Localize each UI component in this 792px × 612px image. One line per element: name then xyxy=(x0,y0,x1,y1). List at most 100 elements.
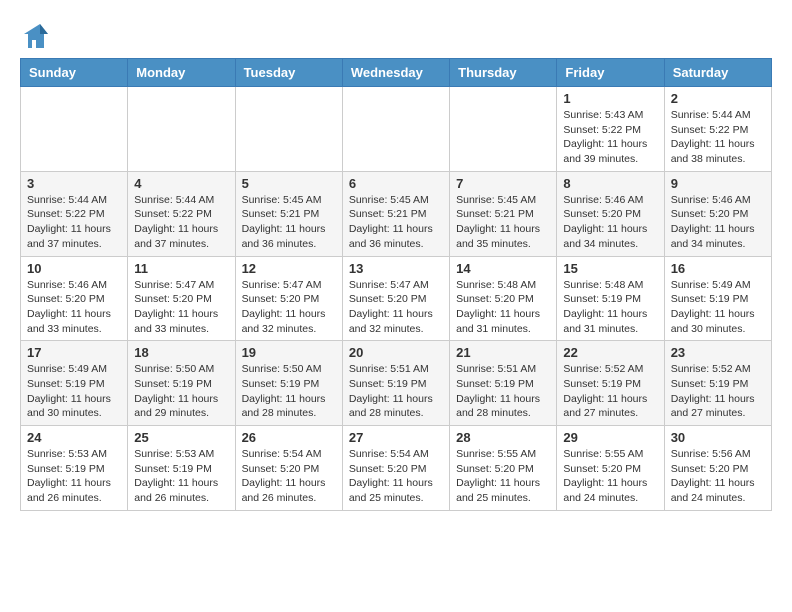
page-container: SundayMondayTuesdayWednesdayThursdayFrid… xyxy=(0,0,792,521)
day-number: 2 xyxy=(671,91,765,106)
calendar-cell: 18 Sunrise: 5:50 AM Sunset: 5:19 PM Dayli… xyxy=(128,341,235,426)
day-info: Sunrise: 5:54 AM Sunset: 5:20 PM Dayligh… xyxy=(242,447,336,506)
day-number: 20 xyxy=(349,345,443,360)
day-number: 28 xyxy=(456,430,550,445)
day-number: 7 xyxy=(456,176,550,191)
day-info: Sunrise: 5:44 AM Sunset: 5:22 PM Dayligh… xyxy=(671,108,765,167)
logo-icon xyxy=(20,20,52,52)
day-number: 25 xyxy=(134,430,228,445)
day-number: 8 xyxy=(563,176,657,191)
calendar-weekday-header: Tuesday xyxy=(235,59,342,87)
calendar-cell: 22Sunrise: 5:52 AM Sunset: 5:19 PM Dayli… xyxy=(557,341,664,426)
calendar-cell: 6 Sunrise: 5:45 AM Sunset: 5:21 PM Daylig… xyxy=(342,171,449,256)
day-number: 16 xyxy=(671,261,765,276)
calendar-weekday-header: Monday xyxy=(128,59,235,87)
calendar-cell: 30 Sunrise: 5:56 AM Sunset: 5:20 PM Dayli… xyxy=(664,426,771,511)
calendar-cell: 29 Sunrise: 5:55 AM Sunset: 5:20 PM Dayli… xyxy=(557,426,664,511)
day-info: Sunrise: 5:51 AM Sunset: 5:19 PM Dayligh… xyxy=(456,362,550,421)
day-info: Sunrise: 5:56 AM Sunset: 5:20 PM Dayligh… xyxy=(671,447,765,506)
day-info: Sunrise: 5:52 AM Sunset: 5:19 PM Dayligh… xyxy=(671,362,765,421)
calendar-week-row: 1Sunrise: 5:43 AM Sunset: 5:22 PM Daylig… xyxy=(21,87,772,172)
day-number: 6 xyxy=(349,176,443,191)
day-info: Sunrise: 5:50 AM Sunset: 5:19 PM Dayligh… xyxy=(242,362,336,421)
day-number: 3 xyxy=(27,176,121,191)
day-info: Sunrise: 5:46 AM Sunset: 5:20 PM Dayligh… xyxy=(563,193,657,252)
day-info: Sunrise: 5:48 AM Sunset: 5:19 PM Dayligh… xyxy=(563,278,657,337)
day-number: 18 xyxy=(134,345,228,360)
calendar-weekday-header: Sunday xyxy=(21,59,128,87)
day-info: Sunrise: 5:45 AM Sunset: 5:21 PM Dayligh… xyxy=(242,193,336,252)
day-info: Sunrise: 5:47 AM Sunset: 5:20 PM Dayligh… xyxy=(242,278,336,337)
day-info: Sunrise: 5:47 AM Sunset: 5:20 PM Dayligh… xyxy=(349,278,443,337)
day-number: 26 xyxy=(242,430,336,445)
day-info: Sunrise: 5:44 AM Sunset: 5:22 PM Dayligh… xyxy=(134,193,228,252)
day-number: 13 xyxy=(349,261,443,276)
day-info: Sunrise: 5:46 AM Sunset: 5:20 PM Dayligh… xyxy=(671,193,765,252)
calendar-cell: 27 Sunrise: 5:54 AM Sunset: 5:20 PM Dayli… xyxy=(342,426,449,511)
calendar-cell: 17Sunrise: 5:49 AM Sunset: 5:19 PM Dayli… xyxy=(21,341,128,426)
day-number: 29 xyxy=(563,430,657,445)
calendar-cell: 5 Sunrise: 5:45 AM Sunset: 5:21 PM Daylig… xyxy=(235,171,342,256)
calendar-cell xyxy=(342,87,449,172)
day-info: Sunrise: 5:47 AM Sunset: 5:20 PM Dayligh… xyxy=(134,278,228,337)
day-info: Sunrise: 5:53 AM Sunset: 5:19 PM Dayligh… xyxy=(134,447,228,506)
header-row xyxy=(20,20,772,52)
day-number: 5 xyxy=(242,176,336,191)
day-info: Sunrise: 5:46 AM Sunset: 5:20 PM Dayligh… xyxy=(27,278,121,337)
calendar-cell xyxy=(21,87,128,172)
calendar-cell: 21 Sunrise: 5:51 AM Sunset: 5:19 PM Dayli… xyxy=(450,341,557,426)
day-number: 30 xyxy=(671,430,765,445)
calendar-cell: 2 Sunrise: 5:44 AM Sunset: 5:22 PM Daylig… xyxy=(664,87,771,172)
logo xyxy=(20,20,56,52)
calendar-cell: 20 Sunrise: 5:51 AM Sunset: 5:19 PM Dayli… xyxy=(342,341,449,426)
day-info: Sunrise: 5:49 AM Sunset: 5:19 PM Dayligh… xyxy=(671,278,765,337)
calendar-week-row: 24Sunrise: 5:53 AM Sunset: 5:19 PM Dayli… xyxy=(21,426,772,511)
calendar-header-row: SundayMondayTuesdayWednesdayThursdayFrid… xyxy=(21,59,772,87)
calendar-cell xyxy=(450,87,557,172)
day-info: Sunrise: 5:45 AM Sunset: 5:21 PM Dayligh… xyxy=(456,193,550,252)
day-number: 27 xyxy=(349,430,443,445)
day-number: 19 xyxy=(242,345,336,360)
calendar-weekday-header: Friday xyxy=(557,59,664,87)
day-number: 9 xyxy=(671,176,765,191)
calendar-weekday-header: Wednesday xyxy=(342,59,449,87)
day-number: 23 xyxy=(671,345,765,360)
calendar-cell: 15 Sunrise: 5:48 AM Sunset: 5:19 PM Dayli… xyxy=(557,256,664,341)
calendar-table: SundayMondayTuesdayWednesdayThursdayFrid… xyxy=(20,58,772,511)
calendar-cell: 24Sunrise: 5:53 AM Sunset: 5:19 PM Dayli… xyxy=(21,426,128,511)
day-number: 22 xyxy=(563,345,657,360)
day-info: Sunrise: 5:45 AM Sunset: 5:21 PM Dayligh… xyxy=(349,193,443,252)
day-number: 4 xyxy=(134,176,228,191)
day-number: 21 xyxy=(456,345,550,360)
calendar-cell xyxy=(128,87,235,172)
calendar-cell: 9 Sunrise: 5:46 AM Sunset: 5:20 PM Daylig… xyxy=(664,171,771,256)
calendar-cell: 4 Sunrise: 5:44 AM Sunset: 5:22 PM Daylig… xyxy=(128,171,235,256)
day-info: Sunrise: 5:54 AM Sunset: 5:20 PM Dayligh… xyxy=(349,447,443,506)
day-info: Sunrise: 5:48 AM Sunset: 5:20 PM Dayligh… xyxy=(456,278,550,337)
calendar-cell: 11 Sunrise: 5:47 AM Sunset: 5:20 PM Dayli… xyxy=(128,256,235,341)
day-info: Sunrise: 5:43 AM Sunset: 5:22 PM Dayligh… xyxy=(563,108,657,167)
calendar-cell: 14 Sunrise: 5:48 AM Sunset: 5:20 PM Dayli… xyxy=(450,256,557,341)
calendar-cell: 23 Sunrise: 5:52 AM Sunset: 5:19 PM Dayli… xyxy=(664,341,771,426)
calendar-cell: 10 Sunrise: 5:46 AM Sunset: 5:20 PM Dayli… xyxy=(21,256,128,341)
day-number: 10 xyxy=(27,261,121,276)
day-info: Sunrise: 5:55 AM Sunset: 5:20 PM Dayligh… xyxy=(563,447,657,506)
calendar-cell: 1Sunrise: 5:43 AM Sunset: 5:22 PM Daylig… xyxy=(557,87,664,172)
day-info: Sunrise: 5:53 AM Sunset: 5:19 PM Dayligh… xyxy=(27,447,121,506)
calendar-cell: 12Sunrise: 5:47 AM Sunset: 5:20 PM Dayli… xyxy=(235,256,342,341)
calendar-cell: 3Sunrise: 5:44 AM Sunset: 5:22 PM Daylig… xyxy=(21,171,128,256)
calendar-week-row: 10 Sunrise: 5:46 AM Sunset: 5:20 PM Dayli… xyxy=(21,256,772,341)
calendar-cell xyxy=(235,87,342,172)
day-number: 11 xyxy=(134,261,228,276)
calendar-weekday-header: Thursday xyxy=(450,59,557,87)
day-number: 15 xyxy=(563,261,657,276)
day-number: 17 xyxy=(27,345,121,360)
day-number: 14 xyxy=(456,261,550,276)
calendar-cell: 16 Sunrise: 5:49 AM Sunset: 5:19 PM Dayli… xyxy=(664,256,771,341)
calendar-cell: 28Sunrise: 5:55 AM Sunset: 5:20 PM Dayli… xyxy=(450,426,557,511)
day-info: Sunrise: 5:51 AM Sunset: 5:19 PM Dayligh… xyxy=(349,362,443,421)
calendar-week-row: 3 Sunrise: 5:44 AM Sunset: 5:22 PM Daylig… xyxy=(21,171,772,256)
calendar-weekday-header: Saturday xyxy=(664,59,771,87)
day-info: Sunrise: 5:50 AM Sunset: 5:19 PM Dayligh… xyxy=(134,362,228,421)
calendar-cell: 13 Sunrise: 5:47 AM Sunset: 5:20 PM Dayli… xyxy=(342,256,449,341)
